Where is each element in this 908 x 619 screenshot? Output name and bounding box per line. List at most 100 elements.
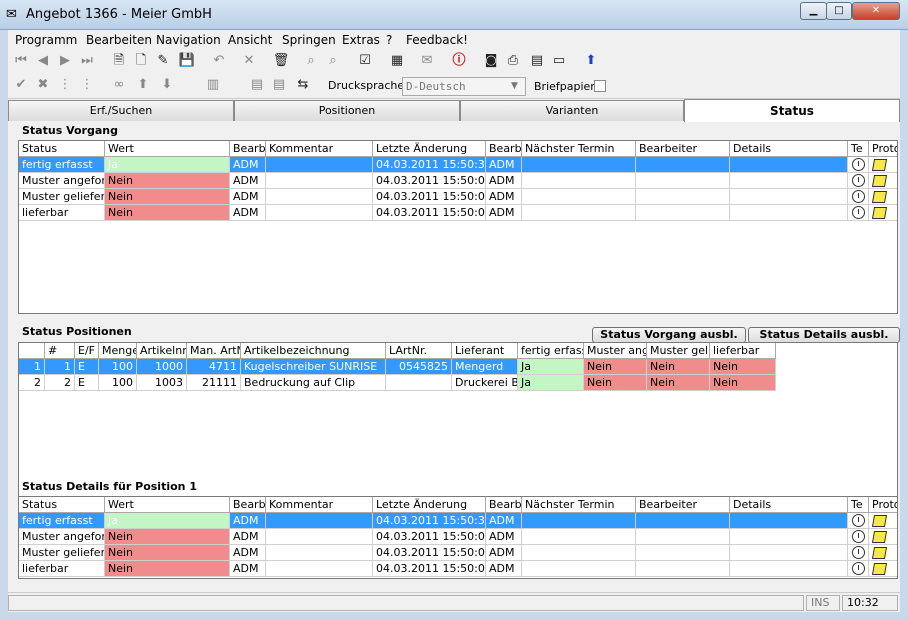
blank-page-icon[interactable]: 🗋 — [132, 52, 150, 70]
cancel-icon[interactable]: ✕ — [240, 52, 258, 70]
col-bearbeiter[interactable]: Bearbeiter — [636, 497, 730, 513]
cell-date[interactable]: 04.03.2011 15:50:06 — [373, 529, 486, 545]
cell-bearb2[interactable]: ADM — [486, 173, 522, 189]
cell-details[interactable] — [730, 545, 848, 561]
link-icon[interactable]: ∞ — [110, 76, 128, 94]
delete-row-icon[interactable]: ▤ — [270, 76, 288, 94]
termin-cell[interactable] — [848, 189, 869, 205]
cell-lart[interactable]: 0545825 — [386, 359, 452, 375]
col-bearbeiter[interactable]: Bearbeiter — [636, 141, 730, 157]
cell-bearb2[interactable]: ADM — [486, 189, 522, 205]
cell-lb[interactable]: Nein — [710, 359, 776, 375]
termin-cell[interactable] — [848, 205, 869, 221]
protokoll-cell[interactable] — [869, 173, 897, 189]
printer-icon[interactable]: ⎙ — [504, 52, 522, 70]
up-arrow-icon[interactable]: ⬆ — [582, 52, 600, 70]
col-termin[interactable]: Te — [848, 141, 869, 157]
cell-komm[interactable] — [266, 529, 373, 545]
tab-erf-suchen[interactable]: Erf./Suchen — [8, 100, 234, 121]
cell-wert[interactable]: Ja — [105, 157, 230, 173]
col-naechster-termin[interactable]: Nächster Termin — [522, 141, 636, 157]
insert-row-icon[interactable]: ▤ — [248, 76, 266, 94]
cell-bearbeiter[interactable] — [636, 529, 730, 545]
list-tool-icon[interactable]: ▥ — [204, 76, 222, 94]
cell-mg[interactable]: Nein — [647, 375, 710, 391]
cell-wert[interactable]: Nein — [105, 173, 230, 189]
protokoll-cell[interactable] — [869, 545, 897, 561]
col-protokoll[interactable]: Proto — [869, 141, 897, 157]
cell-date[interactable]: 04.03.2011 15:50:06 — [373, 205, 486, 221]
cell-bearb2[interactable]: ADM — [486, 545, 522, 561]
protokoll-cell[interactable] — [869, 529, 897, 545]
cell-details[interactable] — [730, 157, 848, 173]
col-fertig-erfasst[interactable]: fertig erfasst — [518, 343, 584, 359]
menu-feedback[interactable]: Feedback! — [406, 33, 468, 47]
menu-programm[interactable]: Programm — [15, 33, 77, 47]
clock-icon[interactable] — [852, 174, 865, 187]
col-lieferbar[interactable]: lieferbar — [710, 343, 776, 359]
pdf-icon[interactable]: ▤ — [528, 52, 546, 70]
col-letzte-aenderung[interactable]: Letzte Änderung — [373, 497, 486, 513]
cell-ef[interactable]: E — [75, 359, 99, 375]
tab-varianten[interactable]: Varianten — [460, 100, 684, 121]
first-record-icon[interactable]: ⏮ — [12, 52, 30, 70]
note-icon[interactable] — [871, 207, 888, 219]
cell-termin[interactable] — [522, 513, 636, 529]
clock-icon[interactable] — [852, 546, 865, 559]
termin-cell[interactable] — [848, 545, 869, 561]
cell-bez[interactable]: Bedruckung auf Clip — [241, 375, 386, 391]
cell-status[interactable]: fertig erfasst — [19, 513, 105, 529]
cell-idx[interactable]: 1 — [19, 359, 45, 375]
col-status[interactable]: Status — [19, 497, 105, 513]
drucksprache-select[interactable]: D-Deutsch ▼ — [402, 77, 526, 96]
cell-manart[interactable]: 4711 — [187, 359, 241, 375]
cell-bearbeiter[interactable] — [636, 173, 730, 189]
chevron-down-icon[interactable]: ▼ — [511, 81, 518, 91]
cell-details[interactable] — [730, 529, 848, 545]
col-wert[interactable]: Wert — [105, 141, 230, 157]
col-kommentar[interactable]: Kommentar — [266, 141, 373, 157]
info-icon[interactable]: ⓘ — [450, 52, 468, 70]
cell-menge[interactable]: 100 — [99, 359, 137, 375]
save-icon[interactable]: 💾 — [178, 52, 196, 70]
menu-springen[interactable]: Springen — [282, 33, 336, 47]
calculator-icon[interactable]: ▦ — [388, 52, 406, 70]
cell-status[interactable]: Muster angeforde — [19, 529, 105, 545]
remove-icon[interactable]: ✖ — [34, 76, 52, 94]
cell-mg[interactable]: Nein — [647, 359, 710, 375]
col-details[interactable]: Details — [730, 141, 848, 157]
cell-bearbeiter[interactable] — [636, 189, 730, 205]
cell-wert[interactable]: Ja — [105, 513, 230, 529]
cell-komm[interactable] — [266, 545, 373, 561]
cell-termin[interactable] — [522, 157, 636, 173]
protokoll-cell[interactable] — [869, 561, 897, 577]
binoculars-icon[interactable]: ⌕ — [302, 52, 320, 70]
cell-bearb2[interactable]: ADM — [486, 561, 522, 577]
prev-record-icon[interactable]: ◀ — [34, 52, 52, 70]
cell-komm[interactable] — [266, 157, 373, 173]
cell-details[interactable] — [730, 205, 848, 221]
status-vorgang-grid[interactable]: StatusWertBearbeKommentarLetzte Änderung… — [18, 140, 898, 314]
cell-bearb[interactable]: ADM — [230, 189, 266, 205]
cell-nr[interactable]: 2 — [45, 375, 75, 391]
protokoll-cell[interactable] — [869, 189, 897, 205]
cell-termin[interactable] — [522, 545, 636, 561]
col-ef[interactable]: E/F — [75, 343, 99, 359]
cell-nr[interactable]: 1 — [45, 359, 75, 375]
cell-fe[interactable]: Ja — [518, 359, 584, 375]
col-termin[interactable]: Te — [848, 497, 869, 513]
cell-lief[interactable]: Mengerd — [452, 359, 518, 375]
cell-status[interactable]: Muster geliefert — [19, 189, 105, 205]
note-icon[interactable] — [871, 159, 888, 171]
cell-status[interactable]: Muster geliefert — [19, 545, 105, 561]
col-letzte-aenderung[interactable]: Letzte Änderung — [373, 141, 486, 157]
cell-bearb2[interactable]: ADM — [486, 205, 522, 221]
note-icon[interactable] — [871, 563, 888, 575]
cell-menge[interactable]: 100 — [99, 375, 137, 391]
col-bearbeiter-kurz-2[interactable]: Bearbe — [486, 497, 522, 513]
cell-bez[interactable]: Kugelschreiber SUNRISE — [241, 359, 386, 375]
cell-bearb2[interactable]: ADM — [486, 157, 522, 173]
menu-extras[interactable]: Extras — [342, 33, 380, 47]
status-details-grid[interactable]: StatusWertBearbeKommentarLetzte Änderung… — [18, 496, 898, 579]
tab-positionen[interactable]: Positionen — [234, 100, 460, 121]
